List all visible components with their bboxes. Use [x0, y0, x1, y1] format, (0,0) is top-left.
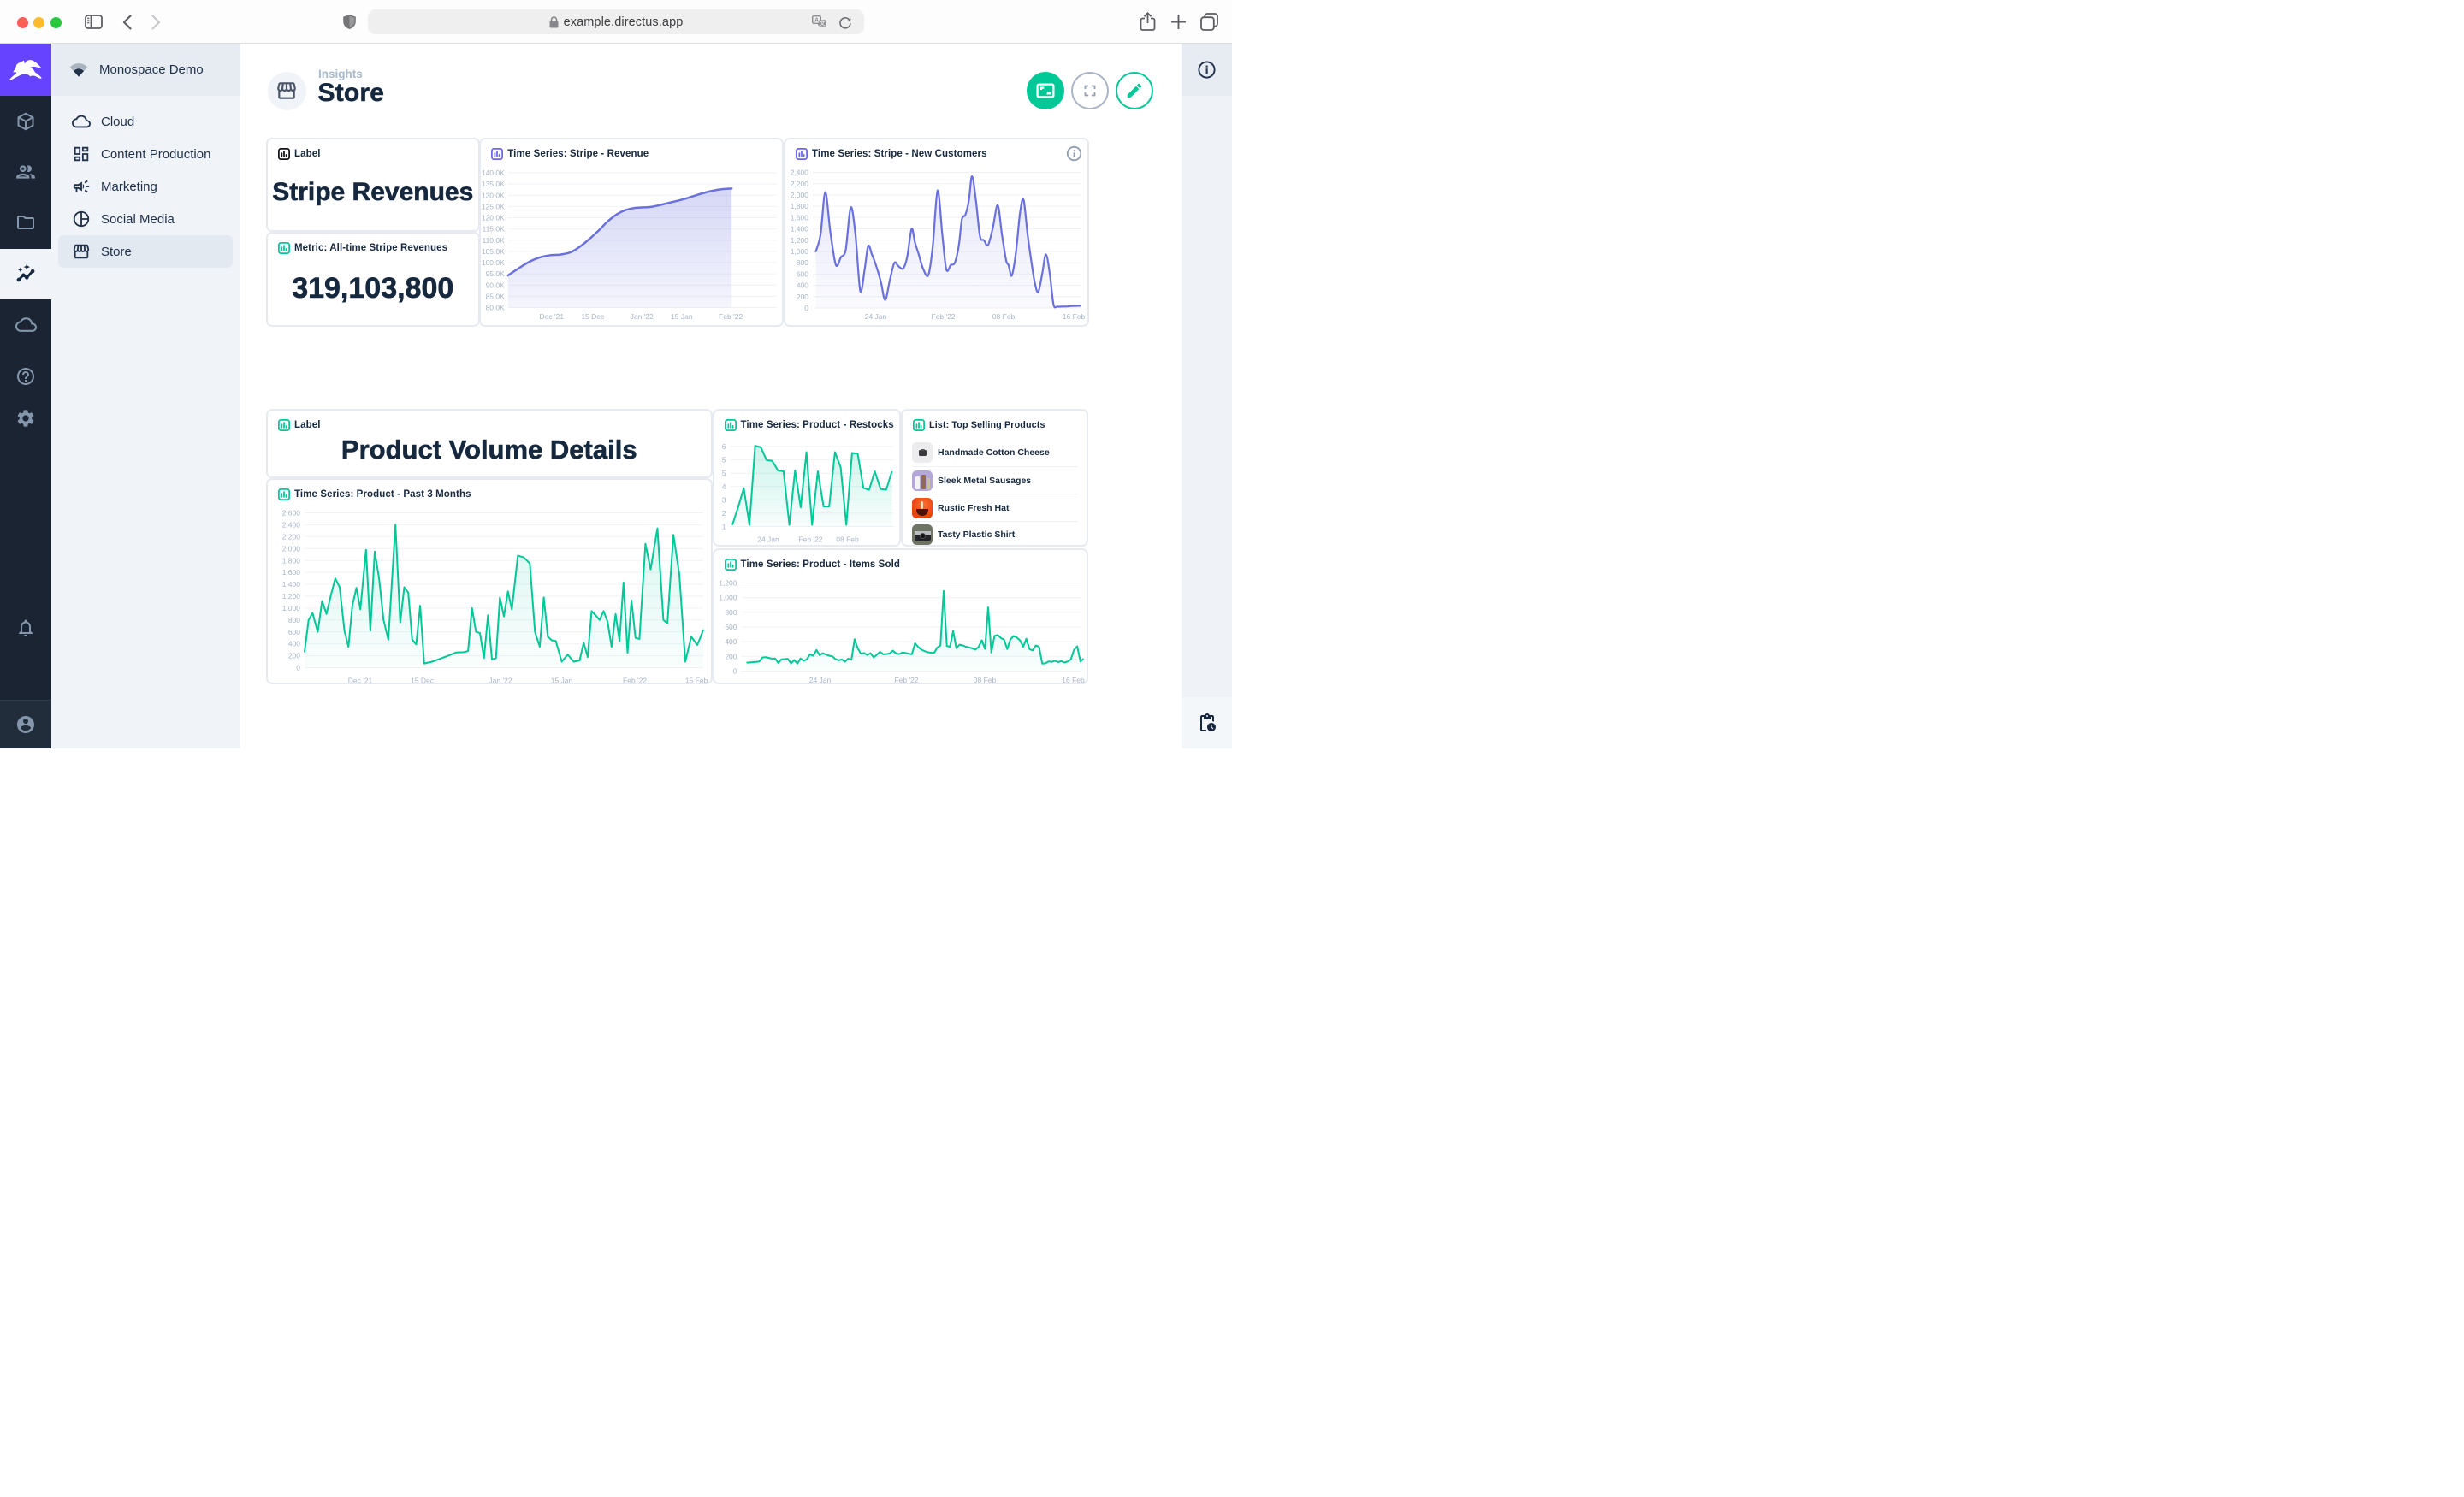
svg-text:800: 800 — [288, 615, 300, 624]
svg-text:15 Dec: 15 Dec — [411, 676, 435, 684]
svg-text:1,400: 1,400 — [791, 224, 809, 233]
svg-text:1,000: 1,000 — [282, 603, 301, 612]
svg-text:15 Jan: 15 Jan — [551, 676, 573, 684]
svg-text:2,400: 2,400 — [282, 520, 301, 529]
svg-text:16 Feb: 16 Feb — [1062, 676, 1085, 684]
svg-text:400: 400 — [725, 637, 737, 646]
svg-text:90.0K: 90.0K — [486, 281, 506, 289]
svg-text:文: 文 — [820, 19, 826, 27]
svg-text:3: 3 — [721, 495, 726, 504]
svg-text:08 Feb: 08 Feb — [992, 312, 1016, 321]
svg-text:2,200: 2,200 — [791, 179, 809, 187]
svg-text:2,200: 2,200 — [282, 532, 301, 541]
svg-text:80.0K: 80.0K — [486, 303, 506, 311]
svg-text:5: 5 — [721, 455, 726, 464]
svg-text:Feb '22: Feb '22 — [798, 535, 822, 543]
svg-text:Jan '22: Jan '22 — [489, 676, 512, 684]
svg-text:1,800: 1,800 — [791, 202, 809, 210]
svg-text:85.0K: 85.0K — [486, 292, 506, 300]
svg-text:Dec '21: Dec '21 — [348, 676, 373, 684]
svg-text:800: 800 — [797, 258, 808, 267]
svg-text:105.0K: 105.0K — [482, 246, 505, 255]
svg-text:1,600: 1,600 — [282, 568, 301, 577]
svg-text:800: 800 — [725, 607, 737, 616]
svg-text:15 Feb: 15 Feb — [685, 676, 708, 684]
svg-text:5: 5 — [721, 469, 726, 477]
svg-text:2,000: 2,000 — [791, 191, 809, 199]
svg-text:Feb '22: Feb '22 — [931, 312, 955, 321]
svg-text:1,800: 1,800 — [282, 556, 301, 565]
svg-text:200: 200 — [797, 292, 808, 300]
svg-text:Feb '22: Feb '22 — [719, 312, 743, 321]
svg-text:95.0K: 95.0K — [486, 269, 506, 278]
svg-text:Feb '22: Feb '22 — [623, 676, 647, 684]
svg-text:130.0K: 130.0K — [482, 191, 505, 199]
svg-text:1,200: 1,200 — [282, 592, 301, 601]
svg-text:110.0K: 110.0K — [483, 235, 506, 244]
svg-text:1,000: 1,000 — [791, 247, 809, 256]
svg-text:400: 400 — [288, 639, 300, 648]
svg-text:120.0K: 120.0K — [482, 213, 505, 222]
svg-text:15 Jan: 15 Jan — [671, 312, 693, 321]
svg-text:2: 2 — [721, 509, 726, 518]
svg-text:24 Jan: 24 Jan — [757, 535, 779, 543]
svg-text:200: 200 — [288, 651, 300, 660]
svg-text:140.0K: 140.0K — [482, 169, 505, 177]
svg-text:125.0K: 125.0K — [482, 202, 505, 210]
svg-text:08 Feb: 08 Feb — [836, 535, 859, 543]
svg-text:2,000: 2,000 — [282, 544, 301, 553]
svg-text:600: 600 — [725, 623, 737, 631]
svg-text:135.0K: 135.0K — [482, 180, 505, 188]
svg-text:24 Jan: 24 Jan — [865, 312, 887, 321]
svg-text:600: 600 — [288, 627, 300, 636]
svg-text:400: 400 — [797, 281, 808, 289]
svg-text:4: 4 — [721, 482, 726, 490]
svg-text:A: A — [814, 17, 819, 23]
svg-text:0: 0 — [296, 663, 300, 672]
svg-text:1,400: 1,400 — [282, 580, 301, 589]
svg-text:16 Feb: 16 Feb — [1063, 312, 1086, 321]
svg-text:115.0K: 115.0K — [483, 224, 506, 233]
svg-text:08 Feb: 08 Feb — [973, 676, 996, 684]
svg-text:0: 0 — [804, 304, 808, 312]
svg-text:600: 600 — [797, 269, 808, 278]
svg-text:2,400: 2,400 — [791, 168, 809, 176]
svg-text:1,200: 1,200 — [791, 235, 809, 244]
svg-text:100.0K: 100.0K — [482, 258, 505, 267]
svg-text:1,200: 1,200 — [719, 578, 737, 587]
svg-text:Dec '21: Dec '21 — [540, 312, 565, 321]
svg-text:1,600: 1,600 — [791, 213, 809, 222]
svg-text:24 Jan: 24 Jan — [808, 676, 831, 684]
svg-text:200: 200 — [725, 652, 737, 660]
svg-text:6: 6 — [721, 442, 726, 451]
svg-text:Jan '22: Jan '22 — [631, 312, 654, 321]
svg-text:1,000: 1,000 — [719, 593, 737, 601]
svg-text:1: 1 — [721, 522, 726, 530]
svg-text:15 Dec: 15 Dec — [582, 312, 606, 321]
svg-text:2,600: 2,600 — [282, 508, 301, 517]
svg-text:0: 0 — [732, 666, 737, 675]
svg-text:Feb '22: Feb '22 — [894, 676, 918, 684]
